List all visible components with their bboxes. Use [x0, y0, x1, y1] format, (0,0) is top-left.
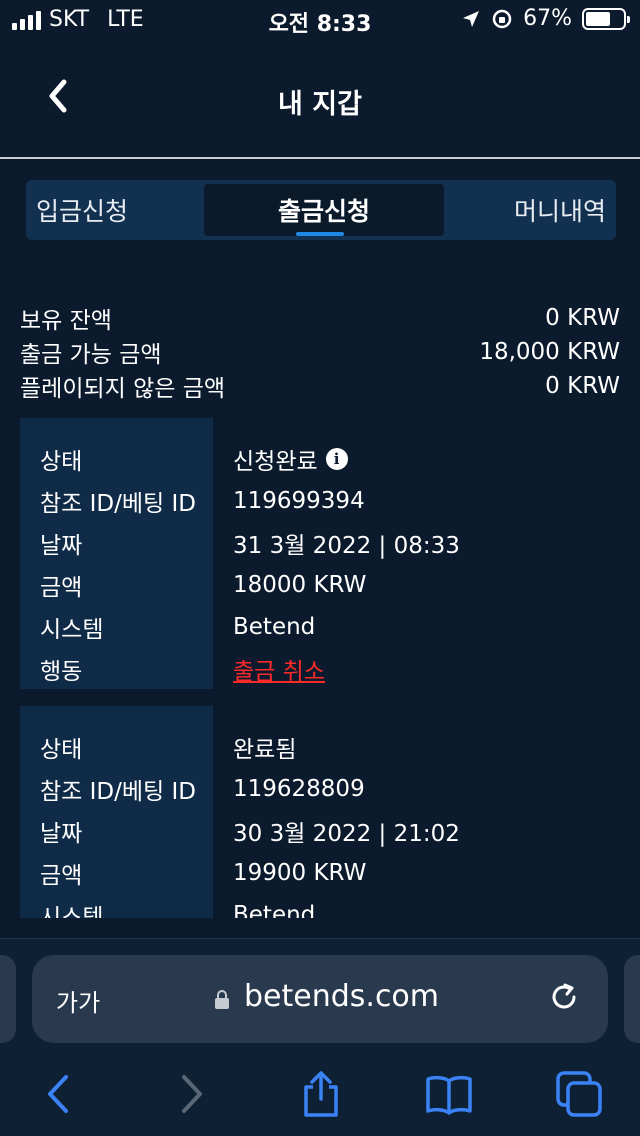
record-system-row: 시스템 Betend [20, 606, 620, 648]
tab-deposit-request[interactable]: 입금신청 [36, 180, 128, 240]
share-icon[interactable] [296, 1069, 346, 1119]
browser-toolbar [0, 1063, 640, 1123]
url-domain[interactable]: betends.com [244, 979, 439, 1014]
back-arrow-icon[interactable] [34, 1069, 84, 1119]
record-label: 참조 ID/베팅 ID [40, 779, 196, 805]
bookmarks-icon[interactable] [424, 1069, 474, 1119]
record-amount-row: 금액 19900 KRW [20, 852, 620, 894]
record-label: 금액 [40, 575, 83, 601]
record-action-row: 행동 출금 취소 [20, 648, 620, 690]
tab-money-history[interactable]: 머니내역 [514, 180, 606, 240]
active-tab-indicator [296, 232, 344, 236]
summary-label: 보유 잔액 [20, 308, 112, 334]
record-amount: 19900 KRW [233, 860, 367, 886]
record-date: 31 3월 2022 | 08:33 [233, 533, 460, 559]
forward-arrow-icon[interactable] [166, 1069, 216, 1119]
record-label: 시스템 [40, 905, 104, 918]
lock-icon [215, 990, 229, 1009]
page-title: 내 지갑 [278, 89, 362, 120]
scroll-content[interactable]: 보유 잔액 0 KRW 출금 가능 금액 18,000 KRW 플레이되지 않은… [0, 240, 640, 918]
record-status: 완료됨 [233, 737, 297, 763]
battery-percent: 67% [523, 6, 572, 31]
reload-icon[interactable] [546, 979, 582, 1015]
location-arrow-icon [463, 10, 480, 27]
next-tab-peek[interactable] [624, 955, 640, 1043]
record-date-row: 날짜 30 3월 2022 | 21:02 [20, 810, 620, 852]
record-label: 시스템 [40, 617, 104, 643]
info-icon[interactable]: i [325, 448, 348, 470]
record-date: 30 3월 2022 | 21:02 [233, 821, 460, 847]
record-label: 금액 [40, 863, 83, 889]
record-label: 상태 [40, 449, 83, 475]
battery-fill [586, 11, 611, 26]
record-ref-id: 119699394 [233, 488, 365, 514]
record-label: 날짜 [40, 533, 83, 559]
record-status: 신청완료 i [233, 442, 348, 476]
record-label: 날짜 [40, 821, 83, 847]
browser-bar: 가가 betends.com [0, 938, 640, 1136]
record-label: 참조 ID/베팅 ID [40, 491, 196, 517]
summary-value: 18,000 KRW [479, 339, 620, 365]
text-size-button[interactable]: 가가 [56, 983, 100, 1018]
header: 내 지갑 [0, 40, 640, 158]
record-system: Betend [233, 902, 316, 918]
record-ref-row: 참조 ID/베팅 ID 119628809 [20, 768, 620, 810]
record-system: Betend [233, 614, 316, 640]
status-text: 신청완료 [233, 449, 318, 475]
summary-row-balance: 보유 잔액 0 KRW [20, 301, 620, 335]
balance-summary: 보유 잔액 0 KRW 출금 가능 금액 18,000 KRW 플레이되지 않은… [20, 301, 620, 403]
record-status-row: 상태 완료됨 [20, 726, 620, 768]
address-bar[interactable]: 가가 betends.com [32, 955, 608, 1043]
status-right: 67% [461, 6, 630, 31]
summary-value: 0 KRW [545, 305, 620, 331]
record-ref-row: 참조 ID/베팅 ID 119699394 [20, 480, 620, 522]
wallet-tabs: 입금신청 출금신청 머니내역 [26, 180, 616, 240]
summary-row-withdrawable: 출금 가능 금액 18,000 KRW [20, 335, 620, 369]
record-label: 행동 [40, 659, 83, 685]
record-system-row: 시스템 Betend [20, 894, 620, 918]
cancel-withdrawal-link[interactable]: 출금 취소 [233, 652, 325, 686]
summary-value: 0 KRW [545, 373, 620, 399]
tab-withdraw-request[interactable]: 출금신청 [204, 184, 444, 236]
battery-icon [582, 7, 630, 30]
record-amount: 18000 KRW [233, 572, 367, 598]
record-amount-row: 금액 18000 KRW [20, 564, 620, 606]
tabs-icon[interactable] [554, 1069, 604, 1119]
orientation-lock-icon [492, 9, 512, 28]
tab-withdraw-label: 출금신청 [277, 197, 370, 226]
record-status-row: 상태 신청완료 i [20, 438, 620, 480]
summary-label: 플레이되지 않은 금액 [20, 376, 226, 402]
summary-row-unplayed: 플레이되지 않은 금액 0 KRW [20, 369, 620, 403]
record-ref-id: 119628809 [233, 776, 365, 802]
summary-label: 출금 가능 금액 [20, 342, 162, 368]
record-date-row: 날짜 31 3월 2022 | 08:33 [20, 522, 620, 564]
status-bar: SKT LTE 오전 8:33 67% [0, 0, 640, 40]
header-divider [0, 157, 640, 159]
record-label: 상태 [40, 737, 83, 763]
previous-tab-peek[interactable] [0, 955, 16, 1043]
